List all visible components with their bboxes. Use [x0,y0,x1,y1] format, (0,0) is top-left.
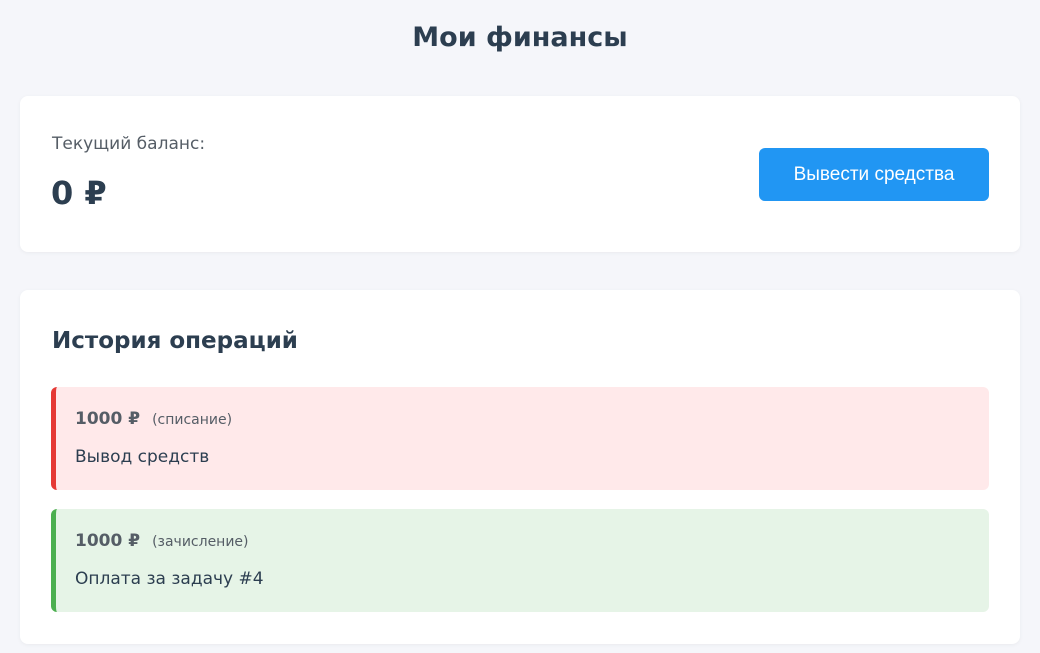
operation-amount: 1000 ₽ [75,409,141,429]
operation-item-credit: 1000 ₽ (зачисление) Оплата за задачу #4 [51,509,989,612]
operation-item-debit: 1000 ₽ (списание) Вывод средств [51,387,989,490]
balance-label: Текущий баланс: [52,134,206,154]
balance-card: Текущий баланс: 0 ₽ Вывести средства [20,96,1020,252]
operation-type: (зачисление) [152,534,249,550]
withdraw-button[interactable]: Вывести средства [759,148,989,201]
history-title: История операций [52,328,298,354]
balance-value: 0 ₽ [51,174,107,212]
operation-amount: 1000 ₽ [75,531,141,551]
operation-description: Вывод средств [75,447,210,467]
operation-type: (списание) [152,412,233,428]
history-card: История операций 1000 ₽ (списание) Вывод… [20,290,1020,644]
operation-description: Оплата за задачу #4 [75,569,264,589]
operation-header: 1000 ₽ (списание) [75,409,232,429]
page-title: Мои финансы [412,22,628,53]
operation-header: 1000 ₽ (зачисление) [75,531,249,551]
